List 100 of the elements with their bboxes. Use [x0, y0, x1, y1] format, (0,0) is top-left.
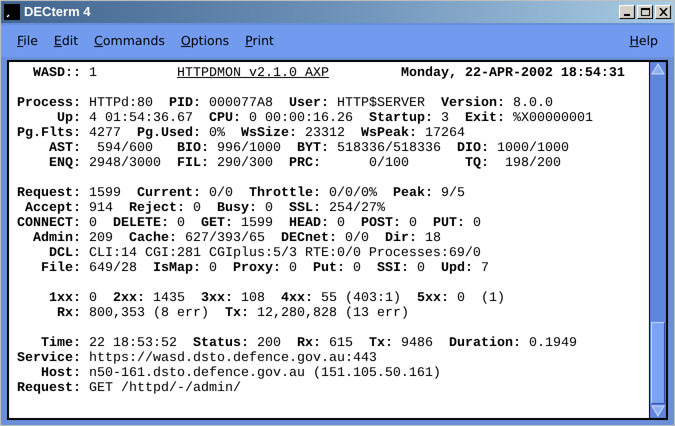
field-value: 1599 [89, 186, 121, 201]
field-value: 0 [89, 216, 97, 231]
field-label: 3xx: [201, 291, 233, 306]
menu-item[interactable]: Edit [46, 32, 86, 50]
field-label: SSL: [289, 201, 321, 216]
field-label: Current: [137, 186, 201, 201]
field-label: Peak: [392, 186, 433, 201]
field-label: 2xx: [113, 291, 145, 306]
field-value: 0/0 [209, 186, 233, 201]
field-label: DCL: [48, 246, 81, 261]
field-value: 209 [89, 231, 113, 246]
field-label: PUT: [433, 216, 465, 231]
terminal-icon [4, 4, 20, 20]
field-value: 0 [337, 216, 345, 231]
field-label: WASD:: [32, 66, 81, 81]
field-value: 12,280,828 (13 err) [256, 306, 409, 321]
field-value: 0 [289, 261, 297, 276]
minimize-button[interactable] [619, 5, 635, 19]
field-value: 0% [209, 126, 225, 141]
field-label: Status: [192, 336, 249, 351]
menu-item[interactable]: Options [172, 32, 238, 50]
field-value: 000077A8 [209, 96, 273, 111]
field-label: IsMap: [153, 261, 201, 276]
field-label: HEAD: [289, 216, 329, 231]
field-value: 615 [328, 336, 353, 351]
field-label: Put: [313, 261, 345, 276]
field-label: FIL: [176, 156, 209, 171]
scroll-thumb[interactable] [651, 322, 665, 404]
field-value: 7 [481, 261, 489, 276]
field-label: PRC: [288, 156, 321, 171]
menu-item[interactable]: Commands [86, 32, 173, 50]
field-value: 0 [417, 261, 425, 276]
field-value: 0 [89, 291, 97, 306]
field-label: Accept: [24, 201, 81, 216]
maximize-button[interactable] [637, 5, 653, 19]
field-label: Reject: [129, 201, 185, 216]
field-value: %X00000001 [512, 111, 593, 126]
field-label: Tx: [224, 306, 249, 321]
field-value: 23312 [305, 126, 345, 141]
field-value: 0 00:00:16.26 [248, 111, 353, 126]
field-label: Service: [17, 351, 81, 366]
field-label: Duration: [448, 336, 521, 351]
close-icon [658, 8, 668, 16]
field-label: BIO: [176, 141, 209, 156]
field-label: AST: [48, 141, 81, 156]
field-value: 0 (1) [456, 291, 505, 306]
field-value: 0 [473, 216, 481, 231]
field-value: 4277 [89, 126, 121, 141]
scrollbar[interactable] [649, 62, 666, 418]
field-label: GET: [201, 216, 233, 231]
field-value: 0 [177, 216, 185, 231]
field-value: GET /httpd/-/admin/ [89, 381, 241, 396]
field-value: 649/28 [89, 261, 137, 276]
field-label: Time: [40, 336, 81, 351]
field-value: 18 [424, 231, 441, 246]
field-label: Request: [17, 186, 81, 201]
field-value: 198/200 [504, 156, 561, 171]
menu-item[interactable]: File [9, 32, 46, 50]
field-label: Dir: [384, 231, 417, 246]
field-label: Pg.Used: [137, 126, 201, 141]
field-value: 4 01:54:36.67 [89, 111, 193, 126]
field-value: 627/393/65 [185, 231, 265, 246]
menu-item[interactable]: Help [621, 32, 666, 50]
field-label: PID: [169, 96, 201, 111]
close-button[interactable] [655, 5, 671, 19]
field-value: 0/100 [368, 156, 410, 171]
monitor-title: HTTPDMON v2.1.0 AXP [177, 66, 329, 81]
field-value: 55 (403:1) [321, 291, 401, 306]
field-label: Exit: [464, 111, 505, 126]
field-value: HTTP$SERVER [337, 96, 425, 111]
field-label: Busy: [217, 201, 257, 216]
field-value: 0 [193, 201, 201, 216]
field-value: 0 [409, 216, 417, 231]
field-label: 5xx: [416, 291, 449, 306]
field-value: https://wasd.dsto.defence.gov.au:443 [89, 351, 377, 366]
field-label: WsPeak: [361, 126, 417, 141]
menu-item[interactable]: Print [237, 32, 282, 50]
maximize-icon [640, 8, 650, 16]
field-value: 518336/518336 [336, 141, 441, 156]
field-value: n50-161.dsto.defence.gov.au (151.105.50.161) [89, 366, 441, 381]
field-label: User: [289, 96, 329, 111]
field-value: 2948/3000 [89, 156, 161, 171]
field-value: 1435 [153, 291, 185, 306]
field-value: 1599 [241, 216, 273, 231]
field-label: 4xx: [281, 291, 313, 306]
field-value: 0/0 [344, 231, 369, 246]
field-label: WsSize: [241, 126, 297, 141]
field-label: File: [40, 261, 81, 276]
field-label: Host: [40, 366, 81, 381]
field-label: CPU: [208, 111, 241, 126]
field-label: ENQ: [48, 156, 81, 171]
date-time: Monday, 22-APR-2002 18:54:31 [400, 66, 625, 81]
field-label: Throttle: [249, 186, 321, 201]
field-label: CONNECT: [17, 216, 81, 231]
field-value: HTTPd:80 [89, 96, 153, 111]
field-label: Cache: [129, 231, 177, 246]
field-value: 9486 [400, 336, 433, 351]
field-label: TQ: [464, 156, 489, 171]
field-label: Proxy: [233, 261, 281, 276]
field-label: Rx: [296, 336, 321, 351]
